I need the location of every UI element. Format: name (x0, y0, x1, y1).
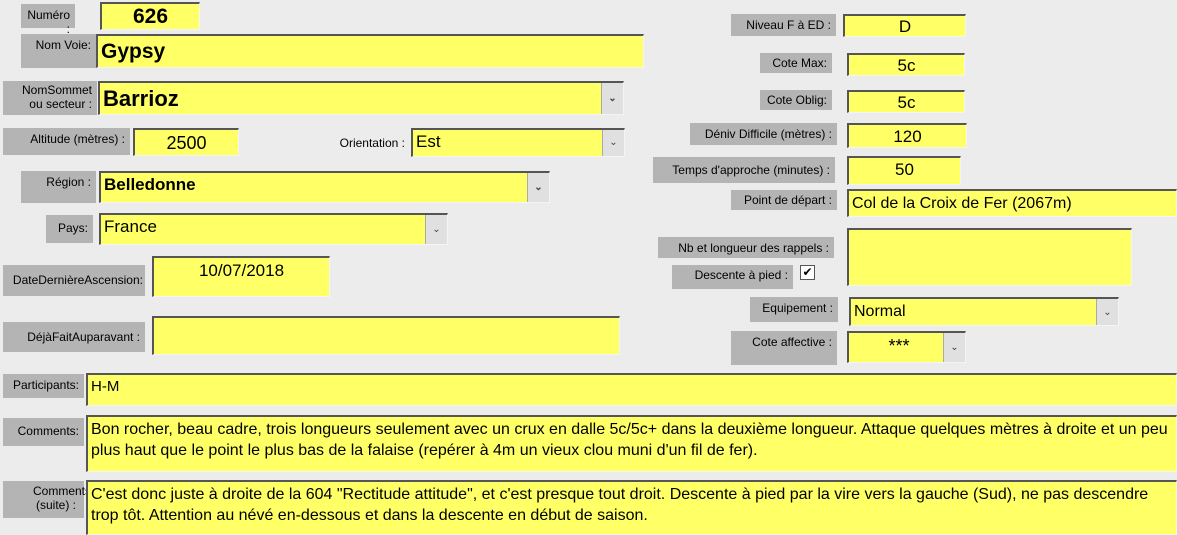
altitude-label: Altitude (mètres) : (3, 128, 130, 155)
orientation-label: Orientation : (339, 136, 405, 150)
rappels-label: Nb et longueur des rappels : (658, 237, 834, 258)
participants-label: Participants: (3, 374, 84, 398)
cote-max-field[interactable]: 5c (847, 53, 965, 76)
comments-suite-label: Comments (suite) : (3, 481, 91, 518)
niveau-label: Niveau F à ED : (731, 14, 836, 36)
chevron-down-icon[interactable]: ⌄ (601, 83, 623, 114)
point-depart-label: Point de départ : (731, 190, 837, 210)
chevron-down-icon[interactable]: ⌄ (425, 215, 447, 244)
numero-label: Numéro : (21, 4, 75, 36)
niveau-field[interactable]: D (843, 14, 966, 37)
participants-field[interactable]: H-M (86, 373, 1177, 406)
region-combo[interactable]: Belledonne ⌄ (99, 171, 550, 203)
deja-fait-label: DéjàFaitAuparavant : (3, 322, 145, 352)
chevron-down-icon[interactable]: ⌄ (602, 130, 624, 156)
comments-suite-field[interactable]: C'est donc juste à droite de la 604 "Rec… (86, 480, 1177, 535)
equipement-value: Normal (854, 303, 906, 320)
altitude-field[interactable]: 2500 (133, 128, 239, 156)
nom-sommet-value: Barrioz (103, 86, 179, 111)
point-depart-field[interactable]: Col de la Croix de Fer (2067m) (847, 189, 1177, 217)
chevron-down-icon[interactable]: ⌄ (527, 173, 549, 202)
chevron-down-icon[interactable]: ⌄ (943, 333, 965, 362)
nom-voie-label: Nom Voie: (21, 34, 96, 68)
nom-sommet-label: NomSommet ou secteur : (3, 81, 97, 115)
descente-pied-checkbox[interactable]: ✔ (800, 265, 815, 280)
equipement-combo[interactable]: Normal ⌄ (849, 297, 1119, 326)
comments-label: Comments: (3, 418, 84, 446)
cote-affective-value: *** (888, 336, 910, 356)
rappels-field[interactable] (847, 228, 1132, 286)
nom-sommet-combo[interactable]: Barrioz ⌄ (98, 81, 624, 115)
descente-pied-label: Descente à pied : (672, 265, 793, 289)
region-value: Belledonne (104, 175, 196, 194)
pays-value: France (104, 217, 157, 236)
region-label: Région : (21, 171, 96, 203)
cote-oblig-label: Cote Oblig: (760, 90, 832, 110)
nom-voie-field[interactable]: Gypsy (96, 34, 644, 68)
cote-affective-combo[interactable]: *** ⌄ (847, 331, 966, 363)
cote-oblig-field[interactable]: 5c (847, 90, 965, 113)
date-derniere-label: DateDernièreAscension: (3, 265, 145, 296)
date-derniere-field[interactable]: 10/07/2018 (152, 256, 330, 297)
cote-max-label: Cote Max: (760, 53, 832, 73)
comments-field[interactable]: Bon rocher, beau cadre, trois longueurs … (86, 415, 1177, 472)
pays-label: Pays: (46, 215, 93, 243)
orientation-value: Est (416, 132, 441, 151)
deniv-field[interactable]: 120 (847, 123, 967, 148)
deniv-label: Déniv Difficile (mètres) : (690, 123, 837, 145)
temps-approche-label: Temps d'approche (minutes) : (653, 157, 835, 183)
pays-combo[interactable]: France ⌄ (99, 213, 448, 245)
numero-field[interactable]: 626 (100, 2, 200, 30)
cote-affective-label: Cote affective : (731, 331, 837, 365)
orientation-combo[interactable]: Est ⌄ (411, 128, 625, 157)
equipement-label: Equipement : (750, 297, 838, 322)
temps-approche-field[interactable]: 50 (847, 156, 961, 185)
deja-fait-field[interactable] (152, 316, 620, 355)
chevron-down-icon[interactable]: ⌄ (1096, 299, 1118, 325)
